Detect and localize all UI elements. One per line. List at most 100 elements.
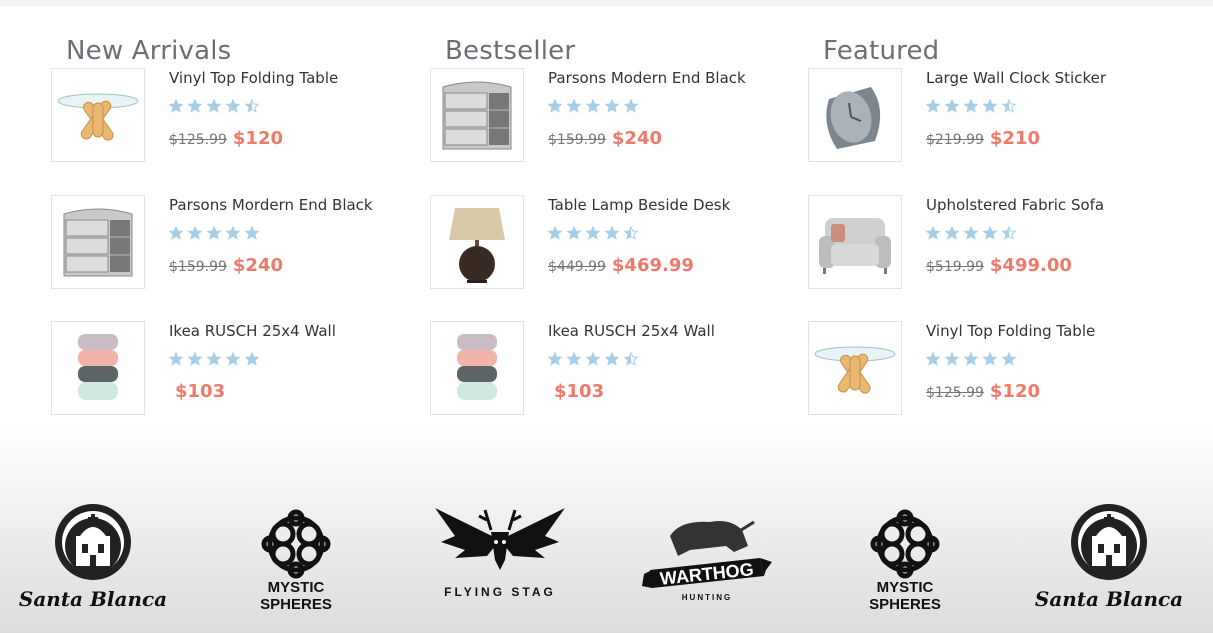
star-full-icon [945, 226, 960, 240]
current-price: $103 [175, 381, 226, 402]
current-price: $120 [989, 381, 1041, 402]
brand-name: Santa Blanca [19, 587, 167, 611]
flying-stag-logo[interactable]: FLYING STAG [425, 500, 575, 620]
price-row: $125.99 $120 [169, 128, 283, 149]
current-price: $210 [989, 128, 1041, 149]
product-name[interactable]: Upholstered Fabric Sofa [926, 196, 1104, 214]
price-row: $159.99 $240 [169, 255, 283, 276]
star-full-icon [226, 352, 241, 366]
star-full-icon [1002, 352, 1017, 366]
price-row: $219.99 $210 [926, 128, 1040, 149]
old-price: $159.99 [548, 132, 606, 148]
star-full-icon [983, 226, 998, 240]
star-full-icon [926, 99, 941, 113]
product-name[interactable]: Table Lamp Beside Desk [548, 196, 730, 214]
product-item[interactable]: Ikea RUSCH 25x4 Wall $103 [51, 321, 411, 417]
current-price: $240 [611, 128, 663, 149]
star-full-icon [226, 99, 241, 113]
product-item[interactable]: Parsons Modern End Black $159.99 $240 [430, 68, 790, 164]
rating-stars [926, 226, 1021, 240]
product-item[interactable]: Vinyl Top Folding Table $125.99 $120 [808, 321, 1168, 417]
star-half-icon [1002, 226, 1017, 240]
star-full-icon [964, 99, 979, 113]
section-title: Featured [823, 35, 940, 66]
product-name[interactable]: Ikea RUSCH 25x4 Wall [169, 322, 336, 340]
brand-name-line2: SPHERES [260, 596, 332, 613]
glass-table-icon[interactable] [808, 321, 902, 415]
price-row: $519.99 $499.00 [926, 255, 1072, 276]
price-row: $449.99 $469.99 [548, 255, 694, 276]
brand-name-line1: MYSTIC [877, 579, 934, 596]
star-full-icon [605, 99, 620, 113]
star-full-icon [926, 226, 941, 240]
star-full-icon [188, 352, 203, 366]
star-full-icon [624, 99, 639, 113]
product-item[interactable]: Table Lamp Beside Desk $449.99 $469.99 [430, 195, 790, 291]
star-full-icon [605, 352, 620, 366]
rating-stars [169, 226, 264, 240]
price-row: $159.99 $240 [548, 128, 662, 149]
star-full-icon [586, 352, 601, 366]
santa-blanca-logo[interactable]: Santa Blanca [1034, 500, 1184, 620]
product-item[interactable]: Upholstered Fabric Sofa $519.99 $499.00 [808, 195, 1168, 291]
product-name[interactable]: Ikea RUSCH 25x4 Wall [548, 322, 715, 340]
stacked-containers-icon[interactable] [51, 321, 145, 415]
star-full-icon [586, 99, 601, 113]
glass-table-icon[interactable] [51, 68, 145, 162]
product-name[interactable]: Vinyl Top Folding Table [926, 322, 1095, 340]
rating-stars [169, 99, 264, 113]
stacked-containers-icon[interactable] [430, 321, 524, 415]
star-full-icon [548, 352, 563, 366]
star-full-icon [207, 352, 222, 366]
product-item[interactable]: Large Wall Clock Sticker $219.99 $210 [808, 68, 1168, 164]
old-price: $125.99 [926, 385, 984, 401]
rating-stars [548, 352, 643, 366]
star-full-icon [226, 226, 241, 240]
old-price: $449.99 [548, 259, 606, 275]
brand-strip [0, 420, 1213, 633]
star-half-icon [1002, 99, 1017, 113]
current-price: $120 [232, 128, 284, 149]
dresser-icon[interactable] [51, 195, 145, 289]
star-full-icon [983, 352, 998, 366]
mystic-spheres-logo[interactable]: MYSTIC SPHERES [221, 500, 371, 620]
old-price: $519.99 [926, 259, 984, 275]
product-name[interactable]: Parsons Modern End Black [548, 69, 746, 87]
dresser-icon[interactable] [430, 68, 524, 162]
product-item[interactable]: Parsons Mordern End Black $159.99 $240 [51, 195, 411, 291]
brand-name: Santa Blanca [1035, 587, 1183, 611]
star-full-icon [586, 226, 601, 240]
star-full-icon [926, 352, 941, 366]
star-full-icon [169, 99, 184, 113]
star-full-icon [567, 226, 582, 240]
current-price: $103 [554, 381, 605, 402]
star-full-icon [964, 352, 979, 366]
current-price: $499.00 [989, 255, 1072, 276]
star-full-icon [983, 99, 998, 113]
top-strip [0, 0, 1213, 6]
mystic-spheres-logo[interactable]: MYSTIC SPHERES [830, 500, 980, 620]
brand-name: WARTHOG [659, 559, 755, 589]
product-name[interactable]: Parsons Mordern End Black [169, 196, 373, 214]
product-name[interactable]: Vinyl Top Folding Table [169, 69, 338, 87]
rating-stars [169, 352, 264, 366]
product-item[interactable]: Vinyl Top Folding Table $125.99 $120 [51, 68, 411, 164]
star-full-icon [207, 99, 222, 113]
price-row: $103 [548, 381, 604, 402]
old-price: $219.99 [926, 132, 984, 148]
star-half-icon [245, 99, 260, 113]
price-row: $125.99 $120 [926, 381, 1040, 402]
star-full-icon [945, 352, 960, 366]
sofa-icon[interactable] [808, 195, 902, 289]
rating-stars [926, 352, 1021, 366]
clock-icon[interactable] [808, 68, 902, 162]
star-full-icon [169, 352, 184, 366]
product-item[interactable]: Ikea RUSCH 25x4 Wall $103 [430, 321, 790, 417]
table-lamp-icon[interactable] [430, 195, 524, 289]
warthog-logo[interactable]: WARTHOG HUNTING [630, 500, 780, 620]
product-name[interactable]: Large Wall Clock Sticker [926, 69, 1106, 87]
old-price: $159.99 [169, 259, 227, 275]
star-full-icon [548, 226, 563, 240]
star-full-icon [567, 352, 582, 366]
santa-blanca-logo[interactable]: Santa Blanca [18, 500, 168, 620]
